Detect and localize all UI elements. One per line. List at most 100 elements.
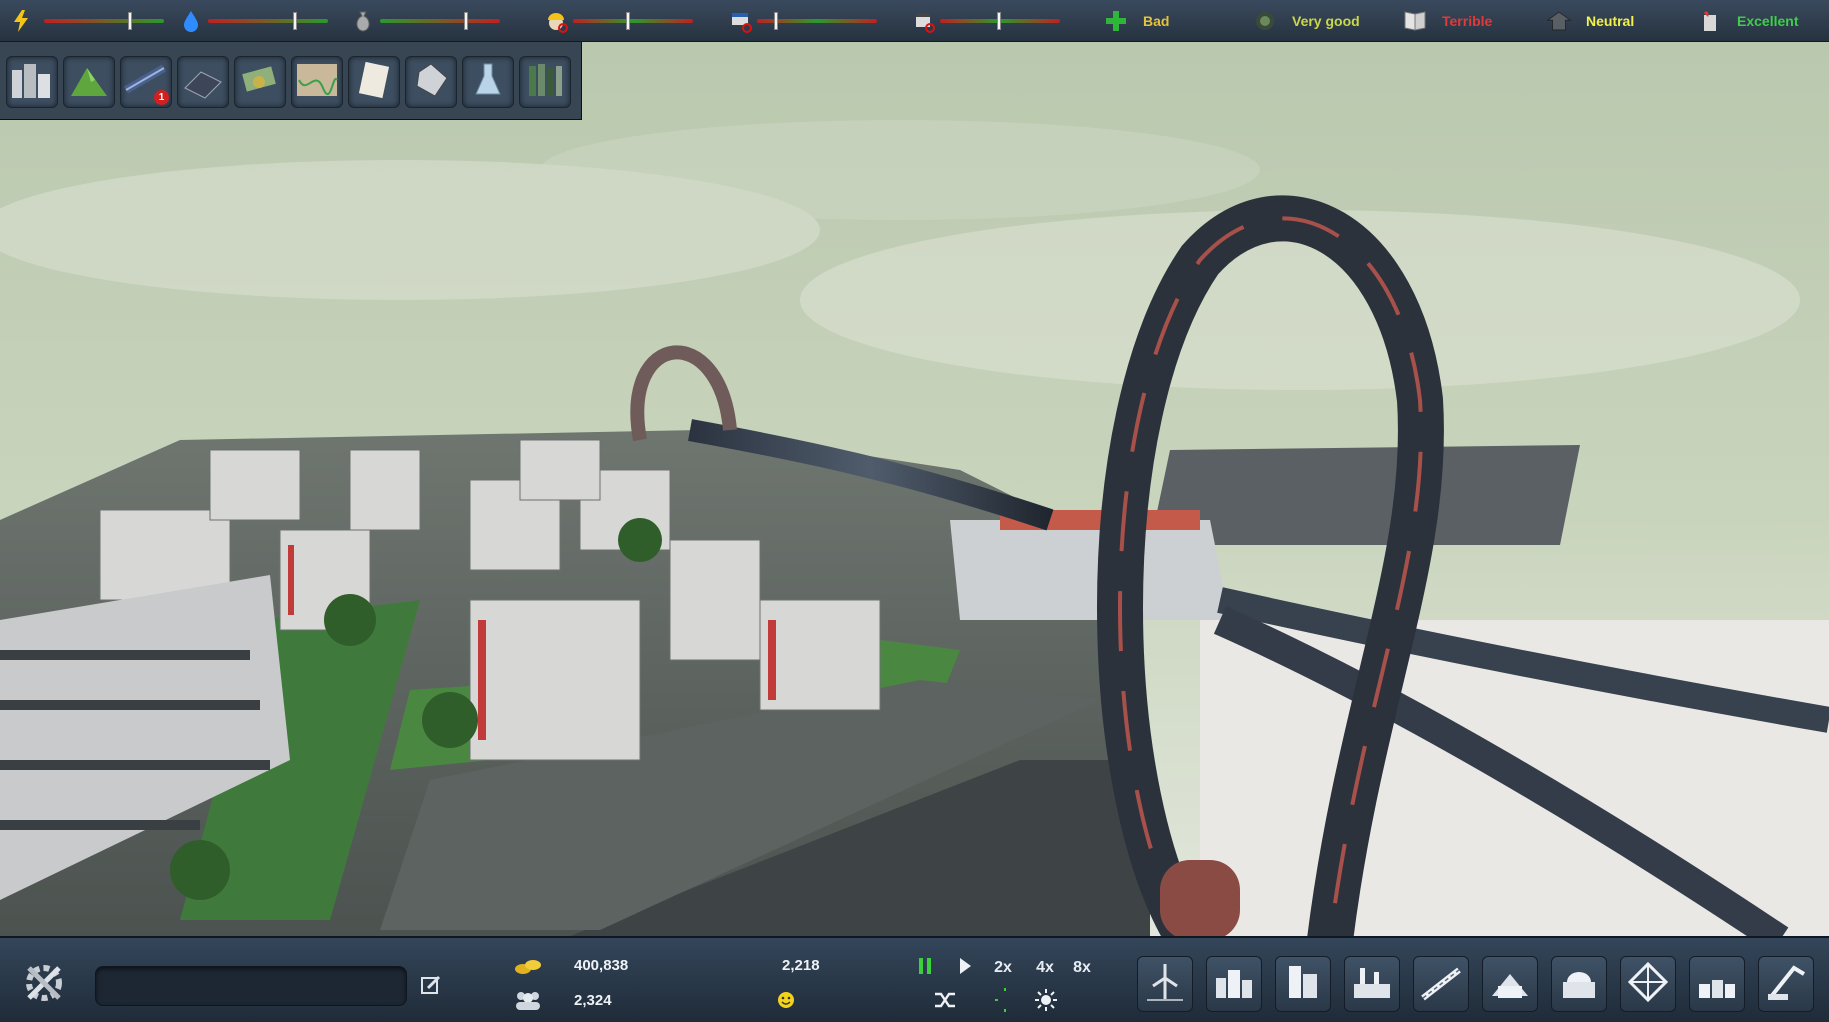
crystal-icon <box>409 60 453 105</box>
game-menu-button[interactable] <box>16 958 72 1012</box>
health-cross-icon <box>1103 8 1129 34</box>
status-top-bar: Bad Very good Terrible Neutral Excellent <box>0 0 1829 42</box>
bottom-control-bar: 400,838 2,324 2,218 2x 4x 8x <box>0 936 1829 1022</box>
edit-city-name-button[interactable] <box>418 974 444 1000</box>
gold-coins-icon <box>513 954 543 978</box>
slider-knob[interactable] <box>626 12 631 30</box>
road-icon <box>1419 960 1463 1009</box>
city-scene[interactable] <box>0 0 1829 1022</box>
city-name-field[interactable] <box>95 966 407 1006</box>
health-rating-value: Bad <box>1143 13 1170 29</box>
crane-icon <box>1764 960 1808 1009</box>
build-landmarks[interactable] <box>1620 956 1676 1012</box>
build-industrial[interactable] <box>1344 956 1400 1012</box>
slider-knob[interactable] <box>996 12 1001 30</box>
random-weather-button[interactable] <box>930 988 960 1016</box>
build-services[interactable] <box>1482 956 1538 1012</box>
commercial-icon <box>1281 960 1325 1009</box>
park-icon <box>1695 960 1739 1009</box>
tools-menu-icon <box>19 958 69 1013</box>
residential-icon <box>1212 960 1256 1009</box>
pencil-icon <box>420 974 442 1001</box>
tool-resources[interactable] <box>405 56 457 108</box>
notification-badge: 1 <box>154 90 169 105</box>
tools-panel: 1 <box>0 42 582 120</box>
landmark-icon <box>1626 960 1670 1009</box>
crime-rating[interactable]: Neutral <box>1546 0 1634 42</box>
money-icon <box>238 60 282 105</box>
pause-icon <box>917 957 933 980</box>
crime-rating-value: Neutral <box>1586 13 1635 29</box>
day-night-cycle-icon <box>993 987 1017 1017</box>
terrain-icon <box>67 60 111 105</box>
slider-knob[interactable] <box>774 12 779 30</box>
pause-button[interactable] <box>910 954 940 982</box>
police-icon <box>910 8 936 34</box>
tool-solar[interactable] <box>177 56 229 108</box>
tool-finance[interactable] <box>234 56 286 108</box>
day-night-cycle-button[interactable] <box>990 987 1020 1017</box>
culture-rating-value: Terrible <box>1442 13 1493 29</box>
environment-rating[interactable]: Very good <box>1252 0 1360 42</box>
fire-safety-icon <box>1697 8 1723 34</box>
play-icon <box>958 957 972 980</box>
happiness-value: 2,218 <box>782 957 820 974</box>
speed-8x-button[interactable]: 8x <box>1067 954 1097 982</box>
police-slider[interactable] <box>940 12 1060 30</box>
tool-statistics[interactable] <box>291 56 343 108</box>
night-mode-button[interactable] <box>1071 988 1101 1016</box>
jobs-slider[interactable] <box>573 12 693 30</box>
garbage-bag-icon <box>350 8 376 34</box>
city-overview-icon <box>10 60 54 105</box>
build-roads[interactable] <box>1413 956 1469 1012</box>
power-slider[interactable] <box>44 12 164 30</box>
build-commercial[interactable] <box>1275 956 1331 1012</box>
industrial-icon <box>1350 960 1394 1009</box>
education-icon <box>727 8 753 34</box>
waste-meter[interactable] <box>350 0 500 42</box>
moon-icon <box>1074 988 1098 1017</box>
culture-rating[interactable]: Terrible <box>1402 0 1492 42</box>
bulldoze-tool[interactable] <box>1758 956 1814 1012</box>
tool-research[interactable] <box>462 56 514 108</box>
speed-4x-button[interactable]: 4x <box>1030 954 1060 982</box>
money-value: 400,838 <box>574 957 629 974</box>
build-power-plants[interactable] <box>1137 956 1193 1012</box>
play-button[interactable] <box>950 954 980 982</box>
environment-icon <box>1252 8 1278 34</box>
tool-policies[interactable] <box>348 56 400 108</box>
water-meter[interactable] <box>178 0 328 42</box>
slider-knob[interactable] <box>463 12 468 30</box>
slider-knob[interactable] <box>292 12 297 30</box>
build-residential[interactable] <box>1206 956 1262 1012</box>
solar-panel-icon <box>181 60 225 105</box>
fire-rating[interactable]: Excellent <box>1697 0 1798 42</box>
wind-turbine-icon <box>1143 960 1187 1009</box>
speed-2x-button[interactable]: 2x <box>988 954 1018 982</box>
waste-slider[interactable] <box>380 12 500 30</box>
criminal-icon <box>1546 8 1572 34</box>
worker-helmet-icon <box>543 8 569 34</box>
slider-knob[interactable] <box>127 12 132 30</box>
power-meter[interactable] <box>8 0 164 42</box>
police-meter[interactable] <box>910 0 1060 42</box>
happiness-smiley-icon <box>771 988 801 1012</box>
education-meter[interactable] <box>727 0 877 42</box>
build-parks[interactable] <box>1689 956 1745 1012</box>
water-slider[interactable] <box>208 12 328 30</box>
education-slider[interactable] <box>757 12 877 30</box>
build-government[interactable] <box>1551 956 1607 1012</box>
tool-transport[interactable]: 1 <box>120 56 172 108</box>
day-mode-button[interactable] <box>1031 988 1061 1016</box>
jobs-meter[interactable] <box>543 0 693 42</box>
shuffle-icon <box>933 990 957 1015</box>
tool-terrain[interactable] <box>63 56 115 108</box>
water-drop-icon <box>178 8 204 34</box>
tool-library[interactable] <box>519 56 571 108</box>
document-icon <box>352 60 396 105</box>
population-value: 2,324 <box>574 992 612 1009</box>
books-icon <box>523 60 567 105</box>
fire-rating-value: Excellent <box>1737 13 1799 29</box>
tool-city-overview[interactable] <box>6 56 58 108</box>
health-rating[interactable]: Bad <box>1103 0 1169 42</box>
